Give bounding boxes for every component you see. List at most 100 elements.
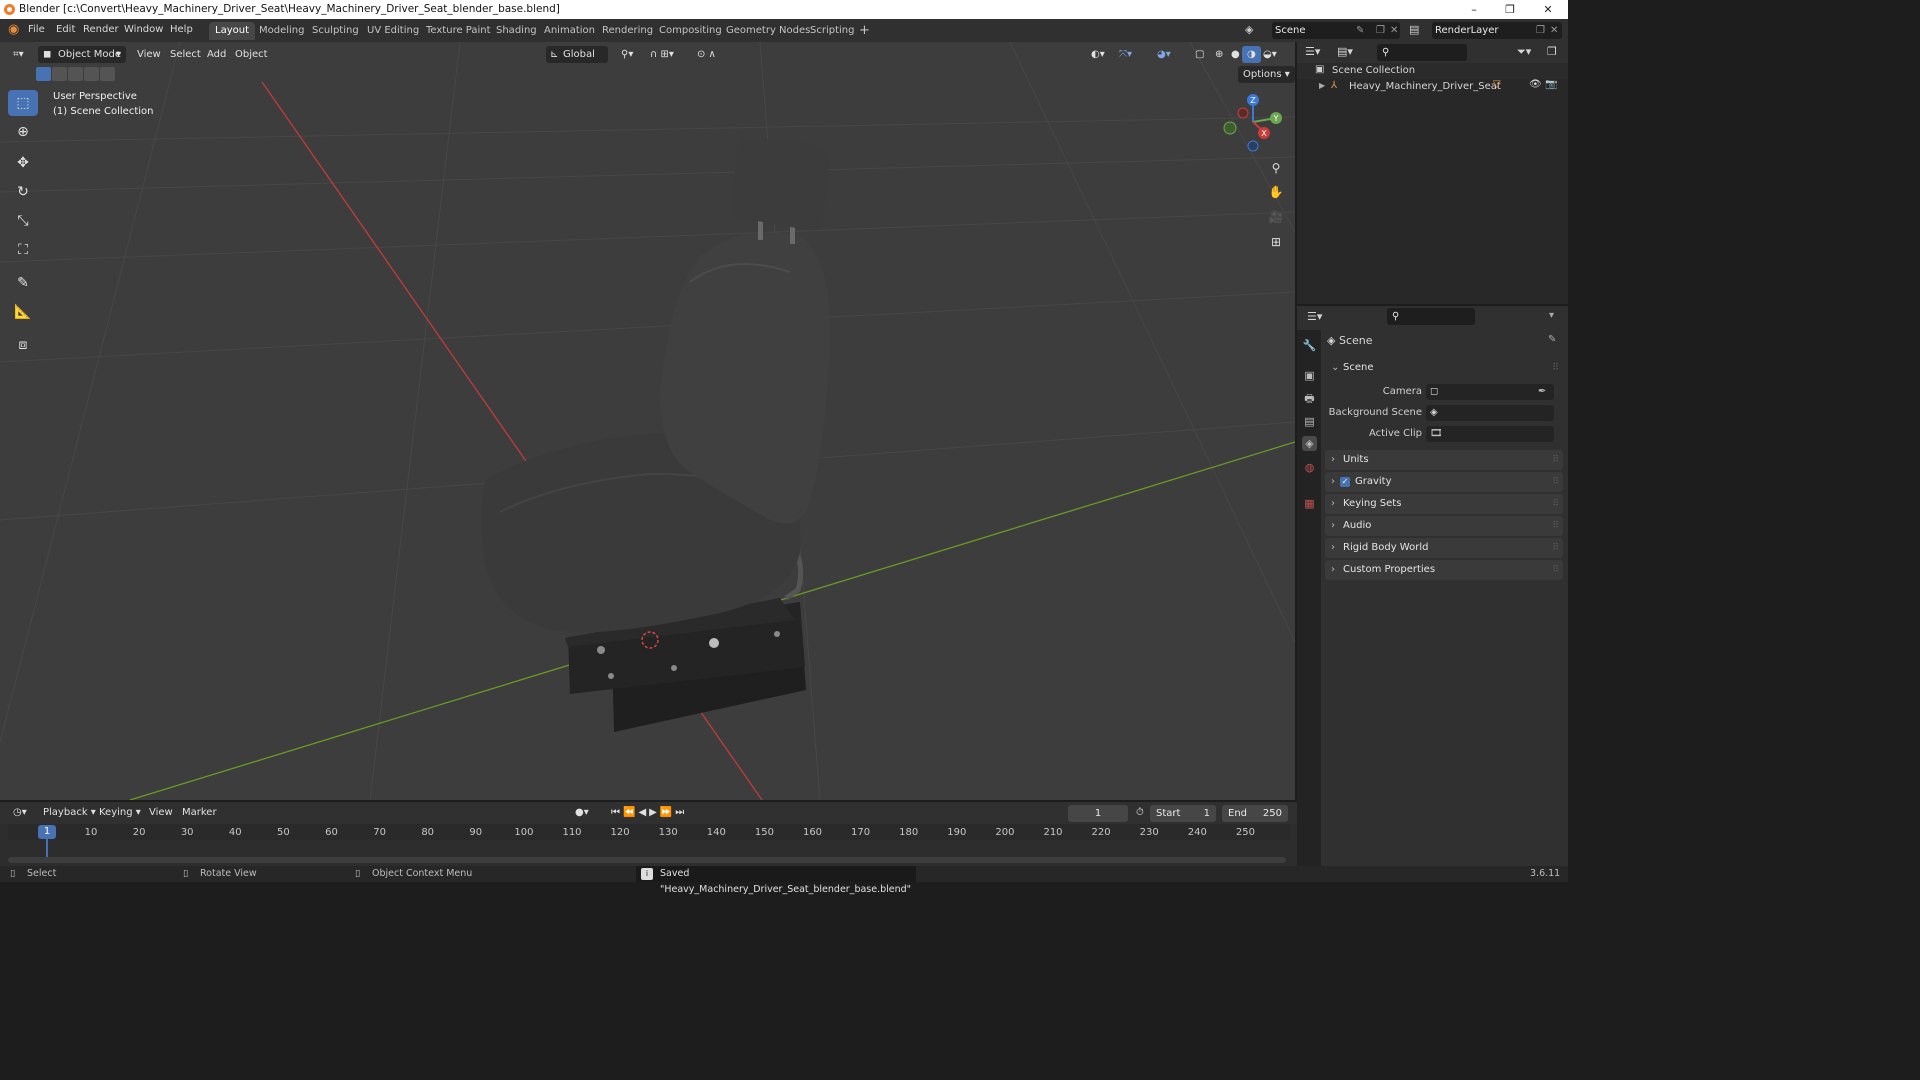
outliner-row-root[interactable]: ▣ Scene Collection (1297, 63, 1568, 79)
menu-help[interactable]: Help (170, 24, 193, 35)
drag-handle-icon[interactable]: ⠿ (1552, 450, 1559, 470)
mode-selector[interactable]: ◼ Object Mode ▾ (38, 46, 126, 63)
editor-type-icon[interactable]: ⌗▾ (8, 46, 29, 63)
zoom-icon[interactable]: ⚲ (1265, 157, 1287, 179)
playhead[interactable]: 1 (38, 825, 56, 839)
options-button[interactable]: Options ▾ (1238, 66, 1295, 83)
new-view-layer-icon[interactable]: ❐ (1536, 22, 1545, 39)
expand-arrow-icon[interactable]: ▶ (1319, 81, 1325, 90)
mesh-data-icon[interactable]: ▽ (1493, 79, 1501, 90)
minimize-button[interactable]: – (1456, 0, 1492, 19)
units-panel[interactable]: › Units ⠿ (1325, 450, 1563, 470)
timeline-scrollbar[interactable] (8, 857, 1286, 863)
menu-window[interactable]: Window (124, 24, 163, 35)
viewport-menu-view[interactable]: View (132, 46, 166, 63)
measure-icon[interactable]: 📐 (8, 299, 38, 325)
display-mode-icon[interactable]: ▤▾ (1337, 45, 1353, 58)
render-camera-icon[interactable]: 📷 (1545, 79, 1557, 90)
cursor-icon[interactable]: ⊕ (8, 119, 38, 145)
chevron-down-icon[interactable]: ▾ (1549, 310, 1554, 321)
snap-icon[interactable]: ∩ ⊞▾ (645, 46, 679, 63)
drag-handle-icon[interactable]: ⠿ (1552, 472, 1559, 492)
tab-modeling[interactable]: Modeling (253, 22, 311, 40)
timeline-editor-icon[interactable]: ◷▾ (8, 804, 32, 821)
scene-section-header[interactable]: ⌄ Scene ⠿ (1325, 358, 1563, 378)
menu-render[interactable]: Render (83, 24, 119, 35)
viewport-menu-object[interactable]: Object (230, 46, 273, 63)
driver-seat-model[interactable] (481, 139, 831, 732)
transform-icon[interactable]: ⛶ (8, 237, 38, 263)
start-frame-field[interactable]: Start 1 (1150, 805, 1216, 822)
viewport-menu-select[interactable]: Select (165, 46, 206, 63)
tab-rendering[interactable]: Rendering (596, 22, 659, 40)
select-subtract-icon[interactable] (68, 67, 83, 81)
tab-scripting[interactable]: Scripting (804, 22, 860, 40)
select-new-icon[interactable] (36, 67, 51, 81)
proportional-edit-icon[interactable]: ⊙ ∧ (692, 46, 721, 63)
timeline-menu-playback[interactable]: Playback ▾ (38, 804, 101, 821)
camera-icon[interactable]: 🎥 (1265, 206, 1287, 228)
navigation-gizmo[interactable]: Z Y X (1218, 90, 1288, 156)
add-workspace-button[interactable]: + (853, 22, 876, 40)
gizmo-toggle-icon[interactable]: ⤧▾ (1114, 46, 1137, 63)
background-scene-field[interactable]: ◈ (1426, 405, 1554, 421)
pivot-point-icon[interactable]: ⚲▾ (616, 46, 638, 63)
delete-scene-icon[interactable]: ✕ (1390, 22, 1398, 39)
tab-sculpting[interactable]: Sculpting (306, 22, 365, 40)
current-frame-field[interactable]: 1 (1068, 805, 1128, 822)
rigid-body-world-panel[interactable]: › Rigid Body World ⠿ (1325, 538, 1563, 558)
gravity-panel[interactable]: › ✓ Gravity ⠿ (1325, 472, 1563, 492)
properties-search-input[interactable]: ⚲ (1387, 308, 1475, 325)
eye-icon[interactable]: 👁 (1529, 79, 1542, 90)
scene-icon[interactable]: ◈ (1245, 23, 1253, 36)
select-extend-icon[interactable] (52, 67, 67, 81)
new-collection-icon[interactable]: ❐ (1547, 45, 1557, 58)
view-layer-icon[interactable]: ▤ (1409, 23, 1419, 36)
move-icon[interactable]: ✥ (8, 150, 38, 176)
scene-selector[interactable]: Scene ✎ ❐ ✕ (1272, 22, 1400, 39)
drag-handle-icon[interactable]: ⠿ (1552, 494, 1559, 514)
playback-controls[interactable]: ⏮⏪◀▶⏩⏭ (606, 804, 692, 821)
xray-toggle-icon[interactable]: ▢ (1190, 46, 1209, 63)
filter-icon[interactable]: ⏷▾ (1517, 45, 1531, 59)
drag-handle-icon[interactable]: ⠿ (1552, 560, 1559, 580)
tab-geometry-nodes[interactable]: Geometry Nodes (720, 22, 816, 40)
hand-icon[interactable]: ✋ (1265, 181, 1287, 203)
outliner-editor-icon[interactable]: ☰▾ (1305, 45, 1320, 58)
select-intersect-icon[interactable] (100, 67, 115, 81)
eyedropper-icon[interactable]: ✒ (1538, 384, 1546, 400)
delete-view-layer-icon[interactable]: ✕ (1550, 22, 1558, 39)
tab-animation[interactable]: Animation (538, 22, 601, 40)
menu-edit[interactable]: Edit (56, 24, 75, 35)
timeline-menu-view[interactable]: View (144, 804, 178, 821)
rotate-icon[interactable]: ↻ (8, 179, 38, 205)
grid-icon[interactable]: ⊞ (1265, 231, 1287, 253)
orientation-selector[interactable]: ⊾ Global (546, 46, 608, 63)
drag-handle-icon[interactable]: ⠿ (1552, 358, 1559, 378)
drag-handle-icon[interactable]: ⠿ (1552, 516, 1559, 536)
record-icon[interactable]: ●▾ (570, 804, 594, 821)
world-tab-icon[interactable]: ◍ (1302, 460, 1317, 475)
end-frame-field[interactable]: End 250 (1222, 805, 1288, 822)
timeline-menu-keying[interactable]: Keying ▾ (94, 804, 146, 821)
audio-panel[interactable]: › Audio ⠿ (1325, 516, 1563, 536)
viewport-menu-add[interactable]: Add (202, 46, 231, 63)
keying-sets-panel[interactable]: › Keying Sets ⠿ (1325, 494, 1563, 514)
drag-handle-icon[interactable]: ⠿ (1552, 538, 1559, 558)
pin-icon[interactable]: ✎ (1356, 22, 1364, 39)
tab-texture-paint[interactable]: Texture Paint (420, 22, 497, 40)
texture-tab-icon[interactable]: ▦ (1302, 496, 1317, 511)
gravity-checkbox[interactable]: ✓ (1340, 477, 1350, 487)
outliner-row-seat[interactable]: ▶ ⅄ Heavy_Machinery_Driver_Seat ▽ 👁 📷 (1297, 79, 1568, 95)
timeline-editor[interactable]: ◷▾ Playback ▾ Keying ▾ View Marker ●▾ ⏮⏪… (0, 802, 1297, 866)
active-clip-field[interactable]: 🎞 (1426, 426, 1554, 442)
preview-range-icon[interactable]: ⏱ (1131, 804, 1149, 821)
properties-editor-icon[interactable]: ☰▾ (1307, 310, 1322, 323)
tab-uv-editing[interactable]: UV Editing (361, 22, 425, 40)
render-tab-icon[interactable]: ▣ (1302, 368, 1317, 383)
rendered-shading-icon[interactable]: ◒▾ (1258, 46, 1282, 63)
tab-shading[interactable]: Shading (490, 22, 543, 40)
add-cube-icon[interactable]: ⧈ (8, 332, 38, 358)
new-scene-icon[interactable]: ❐ (1376, 22, 1385, 39)
select-invert-icon[interactable] (84, 67, 99, 81)
